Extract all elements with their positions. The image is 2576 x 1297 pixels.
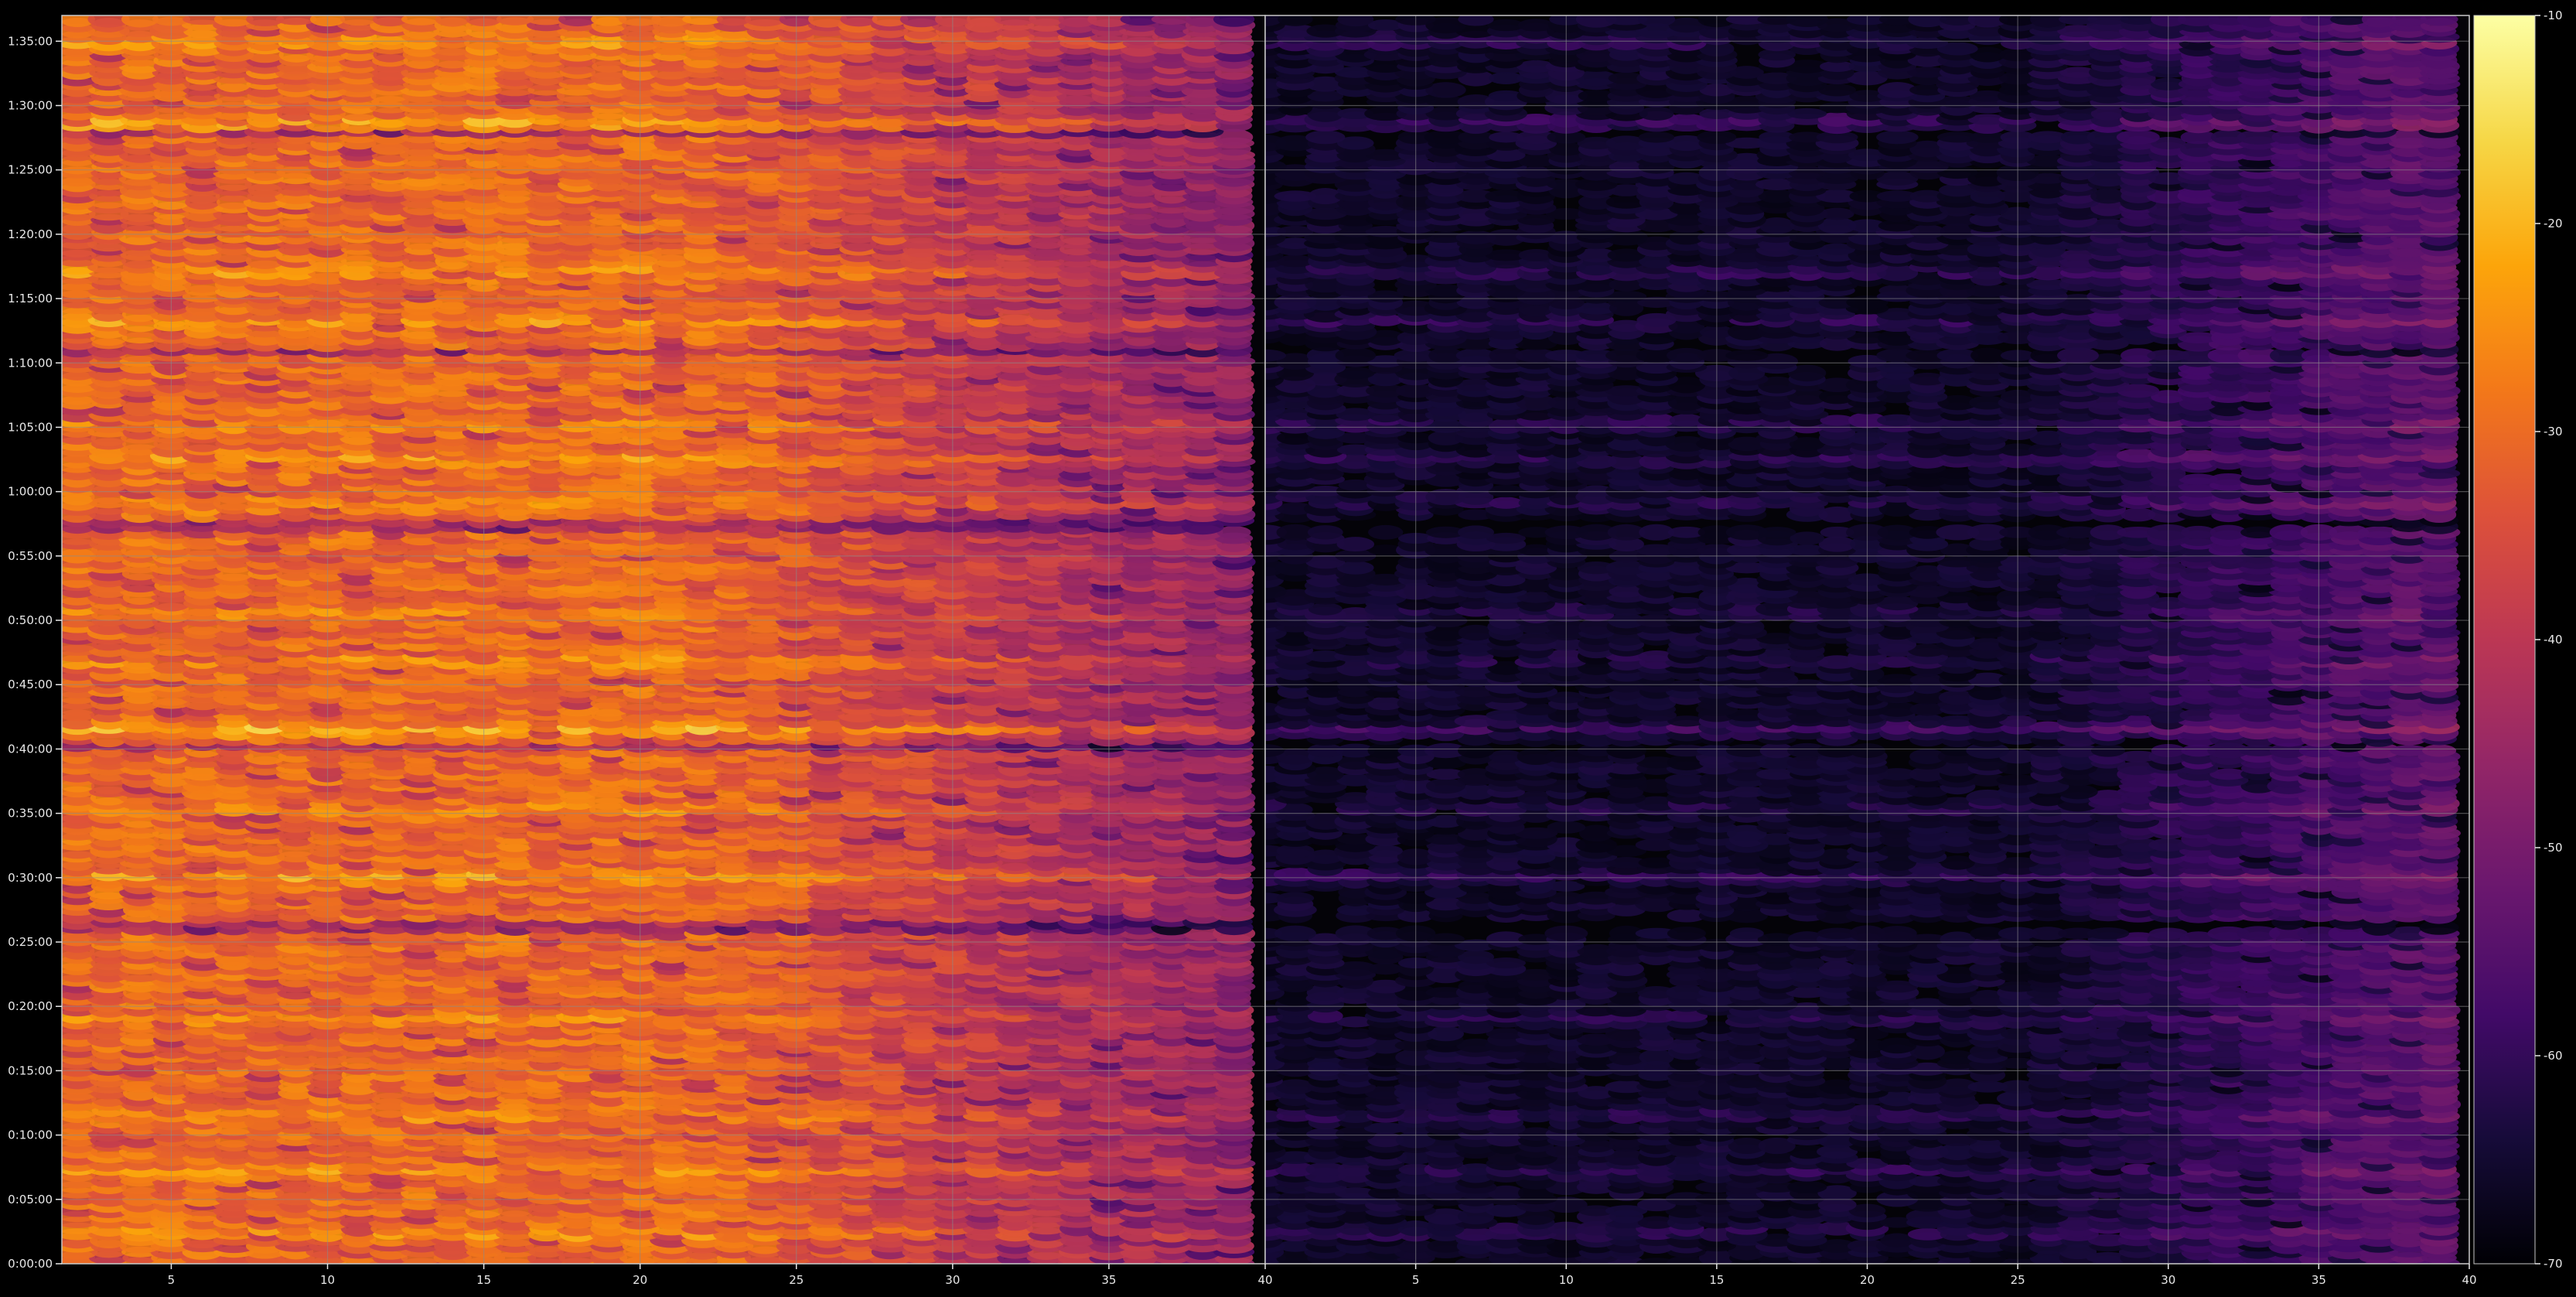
spectrogram-chart: 0:00:000:05:000:10:000:15:000:20:000:25:… (0, 0, 2576, 1293)
spectrogram-figure: 0:00:00 0:05:00 0:10:00 0:15:00 0:20:00 0:25:… (0, 0, 2576, 1293)
left-heatmap-cells (62, 15, 1256, 1264)
left-panel (61, 15, 1266, 1265)
